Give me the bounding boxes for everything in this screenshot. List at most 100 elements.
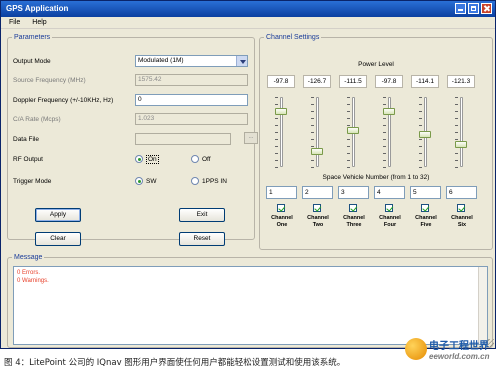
channel-enable-checkbox[interactable] (457, 204, 465, 212)
rf-off-radio[interactable] (191, 155, 199, 163)
clear-button[interactable]: Clear (35, 232, 81, 246)
slider-tick (419, 139, 422, 140)
channel-name-line1: Channel (451, 215, 473, 221)
message-line-warnings: 0 Warnings. (17, 278, 49, 284)
chevron-down-icon[interactable] (236, 56, 247, 66)
rf-output-on-option[interactable]: On (135, 154, 191, 164)
sv-number-field[interactable]: 4 (374, 186, 405, 199)
sv-number-field[interactable]: 5 (410, 186, 441, 199)
slider-tick (455, 125, 458, 126)
power-slider-thumb[interactable] (275, 107, 287, 115)
slider-tick (275, 153, 278, 154)
channel-name: Channel Four (375, 215, 405, 229)
slider-tick (419, 167, 422, 168)
slider-tick (419, 125, 422, 126)
channel-enable-checkbox[interactable] (277, 204, 285, 212)
channel-enable-checkbox[interactable] (313, 204, 321, 212)
close-button[interactable] (481, 3, 492, 14)
trigger-1pps-option[interactable]: 1PPS IN (191, 177, 227, 185)
rf-output-label: RF Output (13, 155, 43, 163)
exit-button[interactable]: Exit (179, 208, 225, 222)
slider-tick (311, 146, 314, 147)
channel-enable-checkbox[interactable] (421, 204, 429, 212)
minimize-button[interactable] (455, 3, 466, 14)
slider-tick (275, 118, 278, 119)
data-file-row: Data File ... (13, 132, 258, 146)
output-mode-value: Modulated (1M) (138, 57, 184, 64)
window-controls (455, 3, 492, 14)
menu-file[interactable]: File (9, 19, 20, 26)
parameters-legend: Parameters (14, 34, 51, 41)
slider-tick (347, 146, 350, 147)
power-slider-thumb[interactable] (419, 130, 431, 138)
maximize-button[interactable] (468, 3, 479, 14)
slider-tick (383, 125, 386, 126)
power-slider-thumb[interactable] (347, 127, 359, 135)
slider-tick (419, 118, 422, 119)
power-slider-track[interactable] (460, 97, 463, 167)
sv-number-field[interactable]: 2 (302, 186, 333, 199)
power-slider-thumb[interactable] (311, 148, 323, 156)
slider-tick (419, 97, 422, 98)
output-mode-select[interactable]: Modulated (1M) (135, 55, 248, 67)
rf-output-off-option[interactable]: Off (191, 155, 211, 163)
slider-tick (455, 97, 458, 98)
rf-output-row: RF Output On Off (13, 152, 252, 166)
slider-tick (455, 111, 458, 112)
power-level-value: -97.8 (375, 75, 403, 88)
ca-rate-field: 1.023 (135, 113, 248, 125)
power-slider-thumb[interactable] (455, 140, 467, 148)
power-slider-track[interactable] (316, 97, 319, 167)
trigger-1pps-label: 1PPS IN (202, 177, 227, 185)
reset-button[interactable]: Reset (179, 232, 225, 246)
channel-name: Channel One (267, 215, 297, 229)
sv-number-field[interactable]: 6 (446, 186, 477, 199)
ca-rate-row: C/A Rate (Mcps) 1.023 (13, 112, 252, 126)
power-level-value: -114.1 (411, 75, 439, 88)
trigger-sw-label: SW (146, 177, 157, 185)
browse-button: ... (244, 132, 258, 144)
channel-name-line1: Channel (343, 215, 365, 221)
trigger-sw-radio[interactable] (135, 177, 143, 185)
channel-enable-checkbox[interactable] (349, 204, 357, 212)
message-log[interactable]: 0 Errors. 0 Warnings. (13, 266, 488, 345)
slider-tick (275, 104, 278, 105)
sv-number-field[interactable]: 1 (266, 186, 297, 199)
sv-number-field[interactable]: 3 (338, 186, 369, 199)
channel-name: Channel Six (447, 215, 477, 229)
slider-tick (275, 139, 278, 140)
slider-tick (275, 132, 278, 133)
ca-rate-label: C/A Rate (Mcps) (13, 115, 61, 123)
output-mode-label: Output Mode (13, 57, 51, 65)
power-level-value: -111.5 (339, 75, 367, 88)
menu-help[interactable]: Help (32, 19, 46, 26)
channel-name-line2: Five (420, 222, 432, 228)
message-scrollbar[interactable] (478, 267, 487, 344)
channel-enable-checkbox[interactable] (385, 204, 393, 212)
window-title: GPS Application (6, 4, 69, 13)
trigger-mode-label: Trigger Mode (13, 177, 52, 185)
slider-tick (455, 160, 458, 161)
trigger-sw-option[interactable]: SW (135, 177, 191, 185)
slider-tick (383, 132, 386, 133)
app-window: GPS Application File Help Parameters Out… (0, 0, 496, 349)
apply-button[interactable]: Apply (35, 208, 81, 222)
rf-on-label: On (146, 154, 159, 164)
slider-tick (347, 125, 350, 126)
slider-tick (419, 111, 422, 112)
slider-tick (347, 97, 350, 98)
source-frequency-label: Source Frequency (MHz) (13, 76, 86, 84)
slider-tick (347, 153, 350, 154)
slider-tick (383, 160, 386, 161)
rf-on-radio[interactable] (135, 155, 143, 163)
slider-tick (311, 167, 314, 168)
channel-name: Channel Three (339, 215, 369, 229)
power-slider-thumb[interactable] (383, 107, 395, 115)
doppler-field[interactable]: 0 (135, 94, 248, 106)
slider-tick (347, 104, 350, 105)
source-frequency-field: 1575.42 (135, 74, 248, 86)
power-level-header: Power Level (358, 61, 394, 68)
title-bar[interactable]: GPS Application (1, 1, 495, 17)
trigger-1pps-radio[interactable] (191, 177, 199, 185)
data-file-field (135, 133, 231, 145)
